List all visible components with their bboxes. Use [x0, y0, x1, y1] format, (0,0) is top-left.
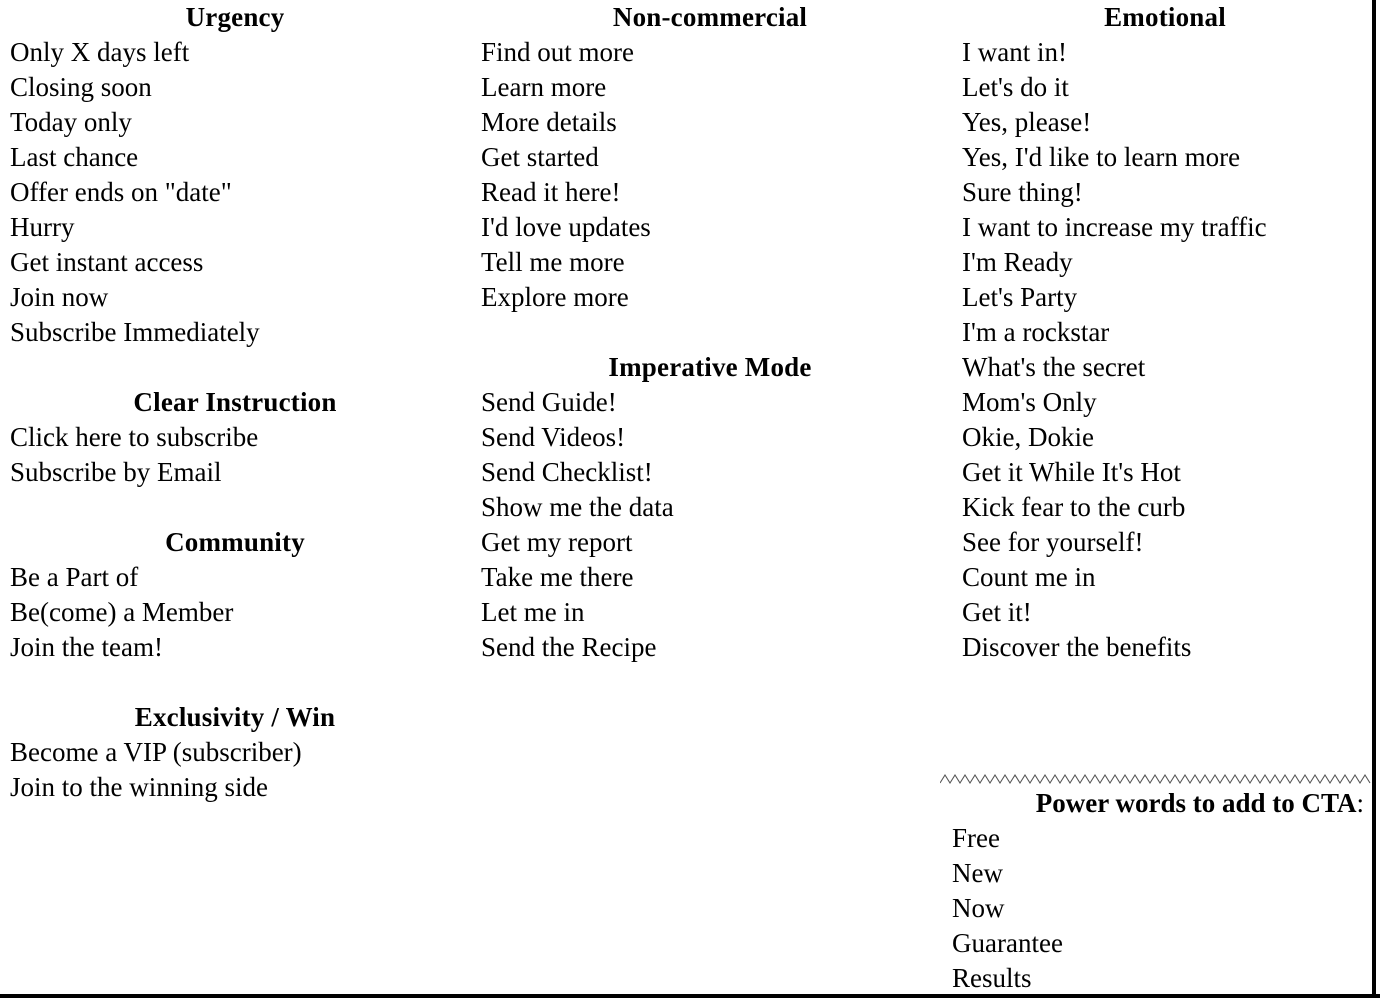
- list-item: Hurry: [10, 212, 75, 242]
- list-item: Join to the winning side: [10, 772, 268, 802]
- list-item: New: [952, 858, 1003, 888]
- page-border-bottom: [0, 994, 1380, 998]
- list-item: Let's do it: [962, 72, 1069, 102]
- section-heading-clear-instruction: Clear Instruction: [133, 387, 337, 417]
- section-imperative-mode: Imperative Mode Send Guide! Send Videos!…: [481, 350, 950, 665]
- list-item: I'm Ready: [962, 247, 1073, 277]
- list-item: Show me the data: [481, 492, 674, 522]
- list-item: Learn more: [481, 72, 607, 102]
- list-item: Get it While It's Hot: [962, 457, 1181, 487]
- list-item: What's the secret: [962, 352, 1146, 382]
- list-item: Become a VIP (subscriber): [10, 737, 302, 767]
- column-middle: Non-commercial Find out more Learn more …: [470, 0, 950, 665]
- list-item: Send the Recipe: [481, 632, 657, 662]
- list-item: Today only: [10, 107, 132, 137]
- cta-phrase-reference-sheet: Urgency Only X days left Closing soon To…: [0, 0, 1380, 1007]
- list-item: Find out more: [481, 37, 634, 67]
- section-heading-community: Community: [165, 527, 305, 557]
- list-item: Get it!: [962, 597, 1032, 627]
- power-words-heading-text: Power words to add to CTA: [1035, 788, 1357, 818]
- list-item: Last chance: [10, 142, 139, 172]
- list-item: Mom's Only: [962, 387, 1097, 417]
- list-item: Get my report: [481, 527, 633, 557]
- list-item: Yes, please!: [962, 107, 1092, 137]
- power-words-block: Power words to add to CTA: Free New Now …: [940, 772, 1372, 996]
- page-border-right: [1372, 0, 1376, 998]
- section-heading-urgency: Urgency: [185, 2, 285, 32]
- list-item: I'm a rockstar: [962, 317, 1110, 347]
- list-item: Read it here!: [481, 177, 621, 207]
- list-item: Be a Part of: [10, 562, 139, 592]
- list-item: Discover the benefits: [962, 632, 1192, 662]
- list-item: Subscribe by Email: [10, 457, 222, 487]
- list-item: Closing soon: [10, 72, 152, 102]
- section-clear-instruction: Clear Instruction Click here to subscrib…: [10, 385, 470, 490]
- list-item: Join the team!: [10, 632, 163, 662]
- list-item: I'd love updates: [481, 212, 651, 242]
- list-item: Kick fear to the curb: [962, 492, 1186, 522]
- list-item: Let me in: [481, 597, 585, 627]
- list-item: Now: [952, 893, 1005, 923]
- power-words-heading: Power words to add to CTA:: [940, 786, 1372, 821]
- section-emotional: Emotional I want in! Let's do it Yes, pl…: [962, 0, 1380, 665]
- list-item: Offer ends on "date": [10, 177, 232, 207]
- list-item: Explore more: [481, 282, 629, 312]
- list-item: Join now: [10, 282, 109, 312]
- section-heading-non-commercial: Non-commercial: [612, 2, 808, 32]
- section-exclusivity-win: Exclusivity / Win Become a VIP (subscrib…: [10, 700, 470, 805]
- list-item: Let's Party: [962, 282, 1078, 312]
- list-item: Get started: [481, 142, 599, 172]
- list-item: Send Videos!: [481, 422, 626, 452]
- column-left: Urgency Only X days left Closing soon To…: [0, 0, 470, 805]
- list-item: Free: [952, 823, 1000, 853]
- list-item: I want in!: [962, 37, 1067, 67]
- list-item: Send Checklist!: [481, 457, 653, 487]
- section-community: Community Be a Part of Be(come) a Member…: [10, 525, 470, 665]
- list-item: Count me in: [962, 562, 1096, 592]
- list-item: Be(come) a Member: [10, 597, 234, 627]
- list-item: Only X days left: [10, 37, 190, 67]
- list-item: Take me there: [481, 562, 634, 592]
- list-item: I want to increase my traffic: [962, 212, 1267, 242]
- section-non-commercial: Non-commercial Find out more Learn more …: [481, 0, 950, 315]
- list-item: Tell me more: [481, 247, 625, 277]
- list-item: Yes, I'd like to learn more: [962, 142, 1241, 172]
- list-item: Click here to subscribe: [10, 422, 259, 452]
- list-item: Get instant access: [10, 247, 204, 277]
- list-item: Sure thing!: [962, 177, 1083, 207]
- section-heading-imperative-mode: Imperative Mode: [608, 352, 812, 382]
- section-heading-emotional: Emotional: [1104, 2, 1226, 32]
- section-heading-exclusivity-win: Exclusivity / Win: [134, 702, 336, 732]
- list-item: Results: [952, 963, 1032, 993]
- section-urgency: Urgency Only X days left Closing soon To…: [10, 0, 470, 350]
- list-item: See for yourself!: [962, 527, 1144, 557]
- list-item: Subscribe Immediately: [10, 317, 260, 347]
- list-item: More details: [481, 107, 617, 137]
- list-item: Guarantee: [952, 928, 1063, 958]
- list-item: Okie, Dokie: [962, 422, 1094, 452]
- column-right: Emotional I want in! Let's do it Yes, pl…: [950, 0, 1380, 665]
- list-item: Send Guide!: [481, 387, 617, 417]
- power-words-heading-colon: :: [1356, 788, 1364, 818]
- zigzag-rule-icon: [940, 773, 1371, 785]
